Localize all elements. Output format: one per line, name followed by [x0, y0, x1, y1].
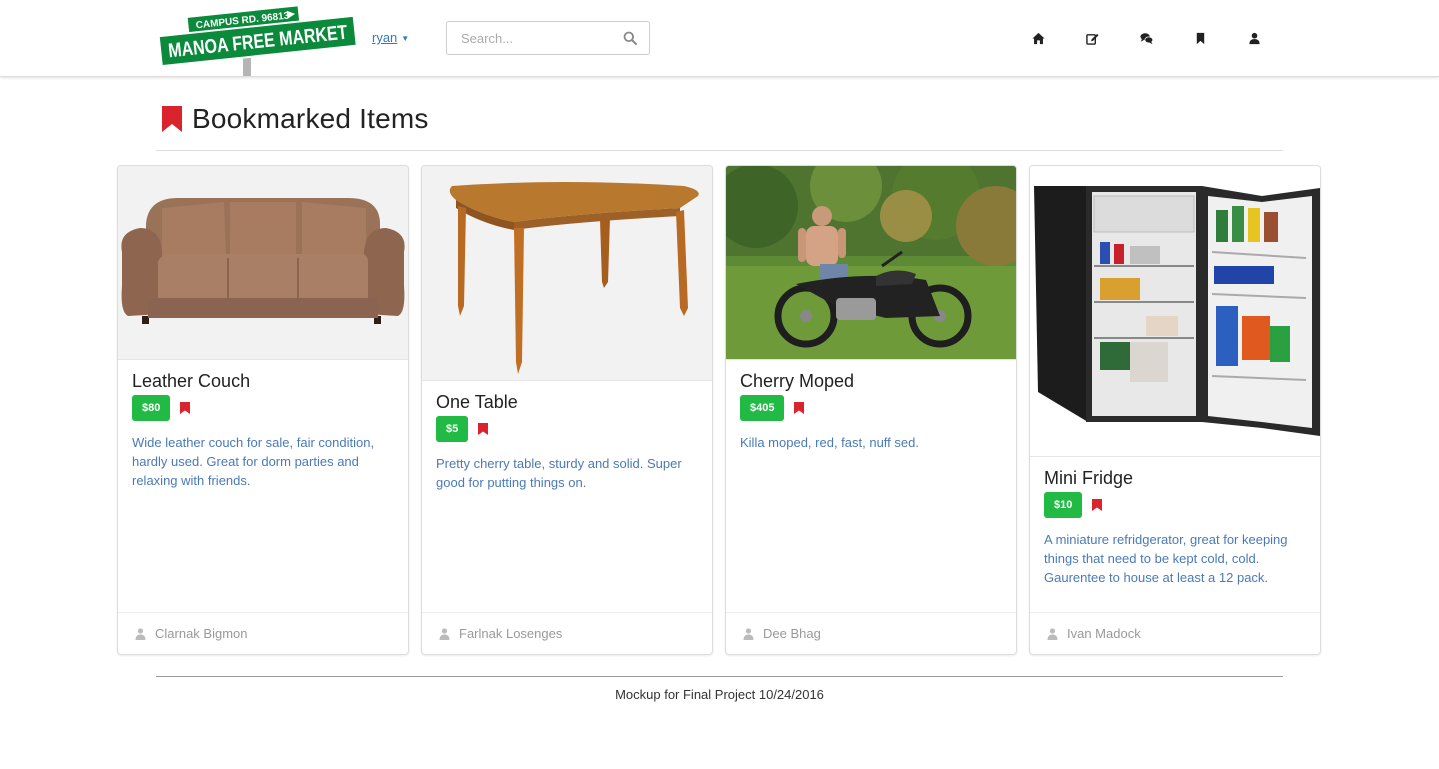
bookmark-icon[interactable]	[478, 423, 489, 435]
item-name[interactable]: Mini Fridge	[1044, 468, 1306, 489]
item-name[interactable]: Leather Couch	[132, 371, 394, 392]
card-footer: Clarnak Bigmon	[118, 612, 408, 654]
card-footer: Farlnak Losenges	[422, 612, 712, 654]
item-image-table[interactable]	[422, 166, 712, 381]
user-icon	[135, 627, 146, 640]
item-card[interactable]: One Table $5 Pretty cherry table, sturdy…	[421, 165, 713, 655]
price-badge: $5	[436, 416, 469, 442]
username: ryan	[372, 30, 398, 45]
page-title: Bookmarked Items	[192, 103, 429, 134]
search-input[interactable]	[447, 22, 612, 54]
item-description: Pretty cherry table, sturdy and solid. S…	[436, 456, 682, 490]
footer-divider	[156, 676, 1283, 677]
footer-text: Mockup for Final Project 10/24/2016	[615, 687, 824, 702]
user-dropdown[interactable]: ryan ▼	[372, 30, 409, 45]
bookmark-icon	[162, 106, 182, 132]
price-badge: $80	[132, 395, 171, 421]
seller-name[interactable]: Dee Bhag	[763, 626, 821, 641]
bookmark-icon[interactable]	[180, 402, 191, 414]
home-icon[interactable]	[1025, 27, 1052, 49]
user-icon[interactable]	[1241, 27, 1268, 49]
item-image-fridge[interactable]	[1030, 166, 1320, 457]
caret-down-icon: ▼	[401, 34, 410, 44]
divider	[156, 150, 1283, 151]
navbar: CAMPUS RD. 96813 MANOA FREE MARKET ryan ▼	[0, 0, 1439, 77]
user-icon	[1047, 627, 1058, 640]
nav-icon-bar	[1025, 27, 1295, 49]
comments-icon[interactable]	[1133, 27, 1160, 49]
bookmark-icon[interactable]	[1092, 499, 1103, 511]
seller-name[interactable]: Clarnak Bigmon	[155, 626, 248, 641]
price-badge: $10	[1044, 492, 1083, 518]
bookmark-icon[interactable]	[1187, 27, 1214, 49]
item-card[interactable]: Mini Fridge $10 A miniature refridgerato…	[1029, 165, 1321, 655]
edit-icon[interactable]	[1079, 27, 1106, 49]
page-header: Bookmarked Items	[162, 102, 429, 136]
item-description: Wide leather couch for sale, fair condit…	[132, 435, 375, 488]
search-icon[interactable]	[623, 31, 637, 45]
user-icon	[743, 627, 754, 640]
item-name[interactable]: Cherry Moped	[740, 371, 1002, 392]
item-description: A miniature refridgerator, great for kee…	[1044, 532, 1288, 585]
bookmark-icon[interactable]	[794, 402, 805, 414]
item-card[interactable]: Leather Couch $80 Wide leather couch for…	[117, 165, 409, 655]
user-icon	[439, 627, 450, 640]
item-image-moped[interactable]	[726, 166, 1016, 360]
item-image-couch[interactable]	[118, 166, 408, 360]
price-badge: $405	[740, 395, 785, 421]
item-card[interactable]: Cherry Moped $405 Killa moped, red, fast…	[725, 165, 1017, 655]
manoa-free-market-logo[interactable]: CAMPUS RD. 96813 MANOA FREE MARKET	[157, 4, 358, 76]
card-footer: Dee Bhag	[726, 612, 1016, 654]
seller-name[interactable]: Farlnak Losenges	[459, 626, 562, 641]
item-name[interactable]: One Table	[436, 392, 698, 413]
search-box	[446, 21, 650, 55]
seller-name[interactable]: Ivan Madock	[1067, 626, 1141, 641]
item-description: Killa moped, red, fast, nuff sed.	[740, 435, 919, 450]
card-footer: Ivan Madock	[1030, 612, 1320, 654]
